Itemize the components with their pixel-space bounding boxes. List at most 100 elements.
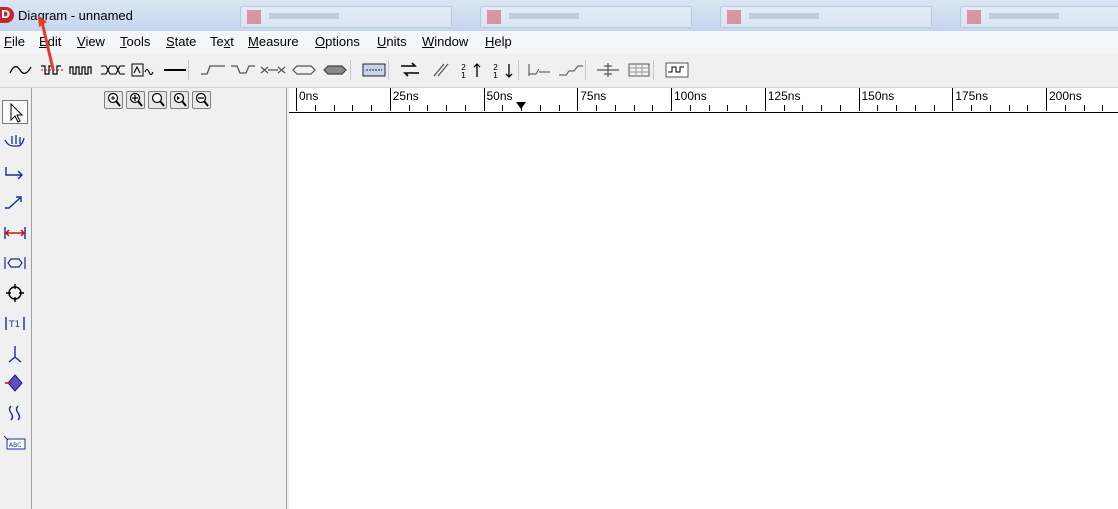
menu-options[interactable]: Options <box>315 34 360 49</box>
sketch-wave-icon[interactable] <box>130 60 158 80</box>
ruler-major-tick <box>858 88 860 111</box>
dotted-box-icon[interactable] <box>360 60 388 80</box>
loop-arrow-icon[interactable] <box>396 60 424 80</box>
window-title: Diagram - unnamed <box>18 8 133 23</box>
ruler-minor-tick <box>371 105 372 111</box>
toolbar-separator <box>188 60 189 80</box>
toolbar-separator <box>518 60 519 80</box>
ruler-minor-tick <box>877 105 879 111</box>
menu-measure[interactable]: Measure <box>248 34 299 49</box>
signal-name-panel[interactable] <box>32 88 287 509</box>
ramp-arrow-icon[interactable] <box>2 190 28 214</box>
bus-icon[interactable] <box>99 60 127 80</box>
background-tab[interactable] <box>720 6 932 28</box>
menu-view[interactable]: View <box>77 34 105 49</box>
menu-help[interactable]: Help <box>485 34 512 49</box>
rising-edge-icon[interactable] <box>199 60 227 80</box>
ruler-minor-tick <box>839 105 841 111</box>
ruler-minor-tick <box>314 105 316 111</box>
zoom-out-icon[interactable] <box>192 91 211 109</box>
time-cursor-marker[interactable] <box>516 102 526 109</box>
menu-text[interactable]: Text <box>210 34 234 49</box>
toolbar: 2121 <box>0 54 1118 88</box>
ruler-label: 50ns <box>486 89 513 103</box>
ruler-major-tick <box>483 88 485 111</box>
waveform-view-icon[interactable] <box>663 60 691 80</box>
ruler-minor-tick <box>896 105 897 111</box>
ruler-minor-tick <box>933 105 935 111</box>
ruler-minor-tick <box>652 105 654 111</box>
menu-edit[interactable]: Edit <box>39 34 61 49</box>
falling-dip-icon[interactable] <box>229 60 257 80</box>
sort-down-icon[interactable]: 21 <box>490 60 518 80</box>
sort-up-icon[interactable]: 21 <box>458 60 486 80</box>
ruler-minor-tick <box>821 105 822 111</box>
ruler-major-tick <box>577 88 579 111</box>
setup-icon[interactable] <box>557 60 585 80</box>
ruler-minor-tick <box>539 105 541 111</box>
ruler-major-tick <box>671 88 672 111</box>
ruler-label: 25ns <box>392 89 419 103</box>
menu-tools[interactable]: Tools <box>120 34 150 49</box>
pointer-icon[interactable] <box>2 100 28 124</box>
grid-icon[interactable] <box>625 60 653 80</box>
zoom-normal-icon[interactable] <box>148 91 167 109</box>
menu-state[interactable]: State <box>166 34 196 49</box>
bus-cross-icon[interactable] <box>259 60 287 80</box>
ruler-major-tick <box>389 88 391 111</box>
insert-marker-icon[interactable] <box>594 60 622 80</box>
svg-text:T1: T1 <box>8 320 20 330</box>
bus-measure-icon[interactable] <box>2 251 28 275</box>
ruler-minor-tick <box>914 105 916 111</box>
ruler-minor-tick <box>427 105 429 111</box>
zoom-fit-icon[interactable] <box>170 91 189 109</box>
app-logo-icon: D <box>0 7 14 23</box>
slash-icon[interactable] <box>427 60 455 80</box>
text-box-icon[interactable]: ABC <box>2 431 28 455</box>
bus-hex-icon[interactable] <box>290 60 318 80</box>
edge-arrow-icon[interactable] <box>2 160 28 184</box>
waveform-canvas[interactable] <box>289 113 1118 509</box>
ruler-minor-tick <box>746 105 747 111</box>
delay-icon[interactable] <box>526 60 554 80</box>
ruler-label: 125ns <box>767 89 801 103</box>
menu-units[interactable]: Units <box>377 34 407 49</box>
pulse-train-icon[interactable] <box>68 60 96 80</box>
toolbar-separator <box>388 60 389 80</box>
sine-wave-icon[interactable] <box>7 60 35 80</box>
svg-text:1: 1 <box>461 71 466 80</box>
zoom-in-plus-icon[interactable] <box>126 91 145 109</box>
ruler-minor-tick <box>1027 105 1029 111</box>
background-tab[interactable] <box>480 6 692 28</box>
background-tab[interactable] <box>240 6 452 28</box>
time-ruler[interactable]: 0ns 25ns 50ns 75ns 100ns 125ns 150ns 175ns 200ns <box>289 88 1118 113</box>
time-bracket-icon[interactable]: T1 <box>2 311 28 335</box>
toolbar-separator <box>585 60 586 80</box>
bus-filled-icon[interactable] <box>321 60 349 80</box>
hand-edit-icon[interactable] <box>2 130 28 154</box>
ruler-major-tick <box>764 88 766 111</box>
toolbar-separator <box>653 60 654 80</box>
diamond-tag-icon[interactable] <box>2 371 28 395</box>
ruler-minor-tick <box>727 105 729 111</box>
flat-line-icon[interactable] <box>161 60 189 80</box>
ruler-label: 0ns <box>299 89 319 103</box>
zoom-in-icon[interactable] <box>104 91 123 109</box>
ruler-minor-tick <box>708 105 710 111</box>
background-tab[interactable] <box>960 6 1118 28</box>
svg-text:1: 1 <box>493 71 498 80</box>
ruler-minor-tick <box>558 105 560 111</box>
menu-window[interactable]: Window <box>422 34 468 49</box>
pin-icon[interactable] <box>2 342 28 366</box>
clock-icon[interactable] <box>38 60 66 80</box>
ruler-minor-tick <box>596 105 597 111</box>
measure-red-icon[interactable] <box>2 221 28 245</box>
crosshair-icon[interactable] <box>2 281 28 305</box>
title-bar: D Diagram - unnamed <box>0 0 1118 32</box>
ruler-minor-tick <box>689 105 691 111</box>
toolbar-separator <box>350 60 351 80</box>
menu-file[interactable]: File <box>4 34 25 49</box>
ruler-minor-tick <box>1064 105 1066 111</box>
break-icon[interactable] <box>2 401 28 425</box>
ruler-minor-tick <box>971 105 972 111</box>
